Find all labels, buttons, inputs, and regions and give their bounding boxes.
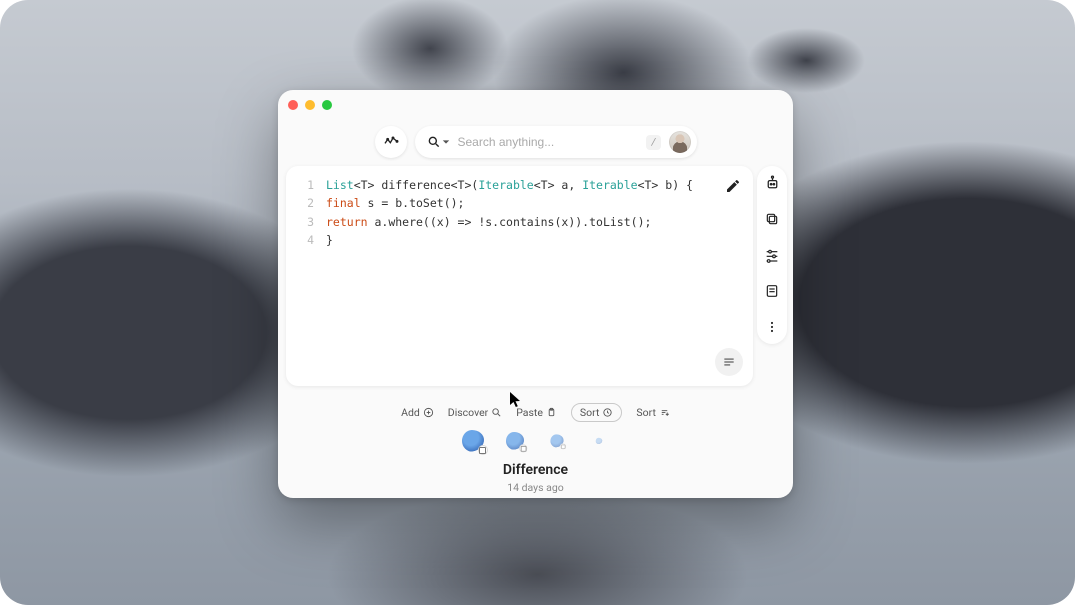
sparkle-icon <box>383 134 399 150</box>
sort-pill-label: Sort <box>580 406 599 419</box>
item-subtitle: 14 days ago <box>278 481 793 494</box>
carousel-item-1[interactable] <box>462 430 484 452</box>
minimize-window-button[interactable] <box>305 100 315 110</box>
code-body[interactable]: 1 List<T> difference<T>(Iterable<T> a, It… <box>296 176 739 250</box>
copy-button[interactable] <box>761 208 783 230</box>
copy-icon <box>764 211 780 227</box>
code-line: } <box>326 231 333 249</box>
code-line: List<T> difference<T>(Iterable<T> a, Ite… <box>326 176 693 194</box>
sort-button[interactable]: Sort <box>636 406 669 419</box>
action-row: Add Discover Paste Sort Sort <box>278 403 793 422</box>
plus-circle-icon <box>423 407 434 418</box>
clipboard-icon <box>546 407 557 418</box>
top-bar: / <box>278 126 793 158</box>
app-logo-button[interactable] <box>375 126 407 158</box>
item-carousel <box>278 428 793 454</box>
code-line: final s = b.toSet(); <box>326 194 464 212</box>
search-input[interactable] <box>458 135 639 149</box>
line-number: 2 <box>296 194 314 212</box>
sort-icon <box>659 407 670 418</box>
note-icon <box>764 283 780 299</box>
line-number: 3 <box>296 213 314 231</box>
note-button[interactable] <box>761 280 783 302</box>
settings-button[interactable] <box>761 244 783 266</box>
carousel-item-3[interactable] <box>550 434 563 447</box>
more-vertical-icon <box>764 319 780 335</box>
robot-icon <box>764 175 781 192</box>
code-badge-icon <box>519 444 527 452</box>
add-button[interactable]: Add <box>401 406 434 419</box>
carousel-item-4[interactable] <box>595 438 602 445</box>
search-bar[interactable]: / <box>415 126 697 158</box>
code-line: return a.where((x) => !s.contains(x)).to… <box>326 213 651 231</box>
robot-button[interactable] <box>761 172 783 194</box>
add-label: Add <box>401 406 420 419</box>
code-badge-icon <box>478 445 488 455</box>
wrap-toggle-button[interactable] <box>715 348 743 376</box>
carousel-item-2[interactable] <box>505 432 523 450</box>
line-number: 4 <box>296 231 314 249</box>
code-snippet-card: 1 List<T> difference<T>(Iterable<T> a, It… <box>286 166 753 386</box>
sort-pill-button[interactable]: Sort <box>571 403 622 422</box>
side-toolbar <box>757 166 787 344</box>
search-small-icon <box>491 407 502 418</box>
discover-label: Discover <box>448 406 488 419</box>
window-controls <box>288 100 332 110</box>
mouse-cursor <box>510 392 522 408</box>
sort-label: Sort <box>636 406 655 419</box>
edit-button[interactable] <box>725 178 741 194</box>
sliders-icon <box>764 247 780 263</box>
avatar[interactable] <box>669 131 691 153</box>
maximize-window-button[interactable] <box>322 100 332 110</box>
close-window-button[interactable] <box>288 100 298 110</box>
search-icon <box>427 135 450 149</box>
more-button[interactable] <box>761 316 783 338</box>
text-wrap-icon <box>722 355 736 369</box>
paste-button[interactable]: Paste <box>516 406 557 419</box>
code-badge-icon <box>560 443 566 449</box>
item-title: Difference <box>278 462 793 478</box>
discover-button[interactable]: Discover <box>448 406 502 419</box>
app-window: / 1 List<T> difference<T>(Iterable<T> a, … <box>278 90 793 498</box>
search-shortcut-hint: / <box>646 135 660 150</box>
clock-icon <box>602 407 613 418</box>
line-number: 1 <box>296 176 314 194</box>
